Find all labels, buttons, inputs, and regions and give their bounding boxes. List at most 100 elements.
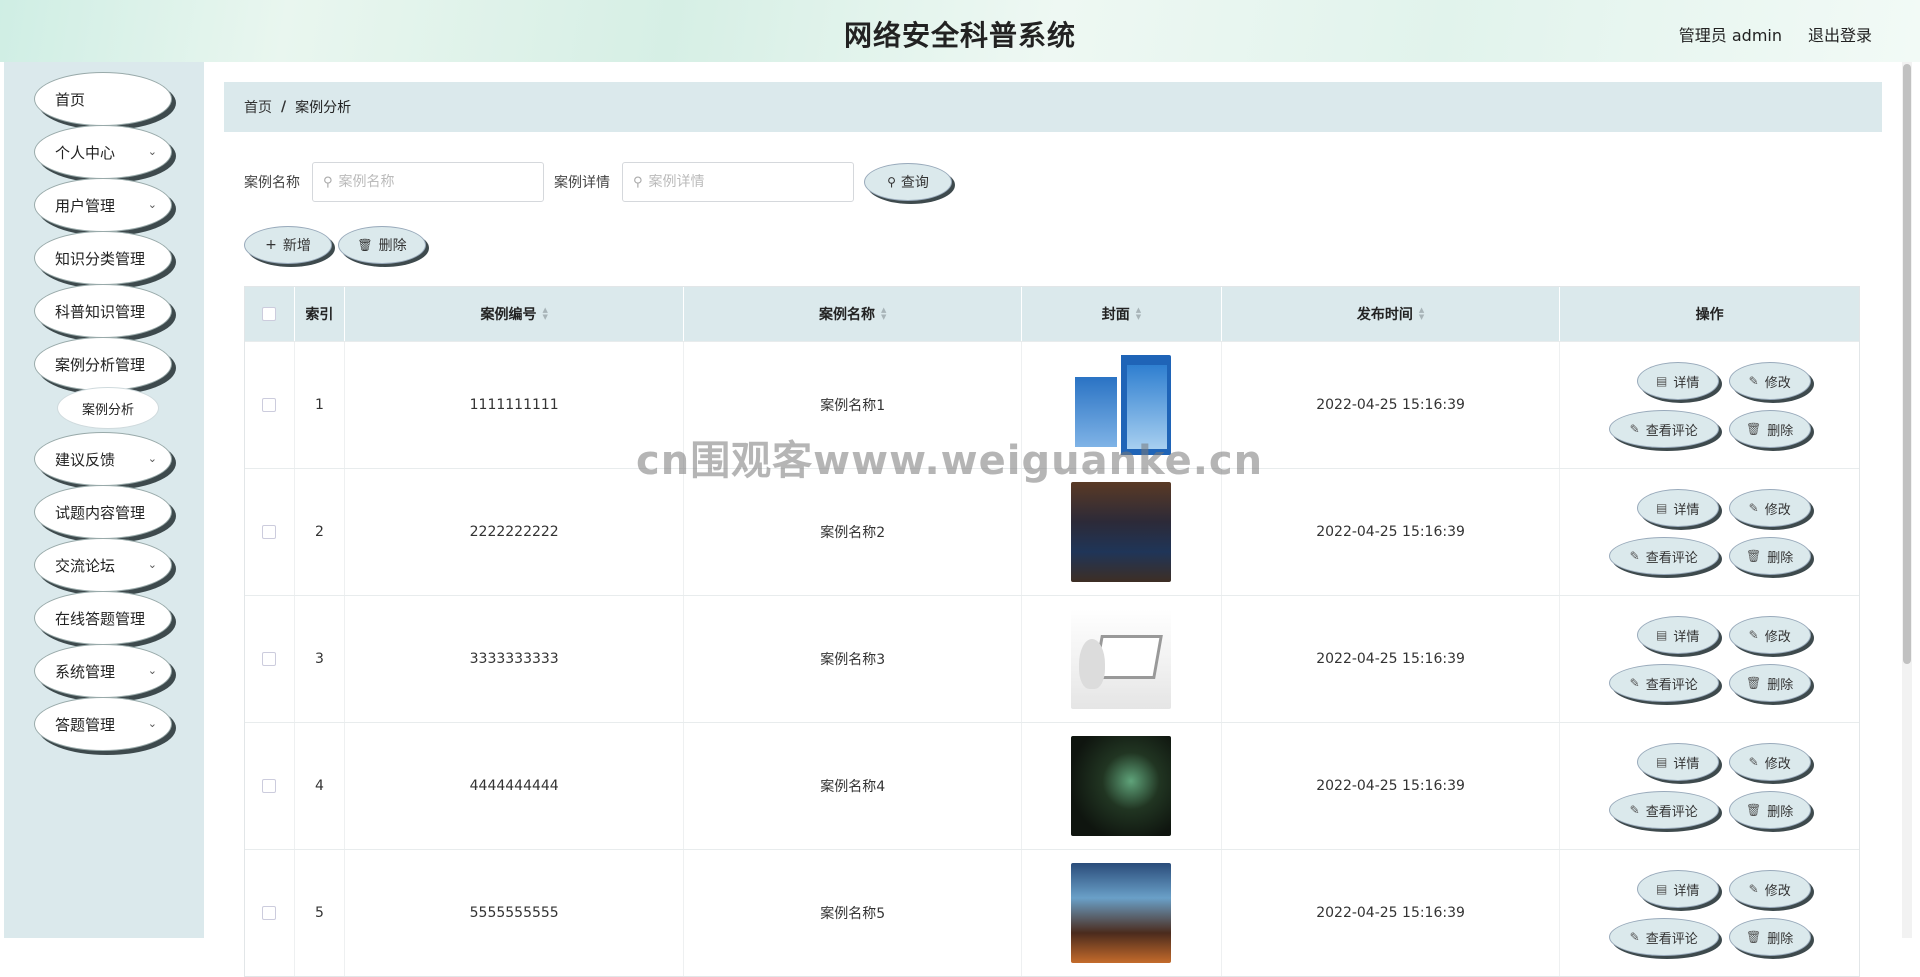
sidebar: 首页 个人中心 ⌄ 用户管理 ⌄ 知识分类管理 科普知识管理 案例分析管理 案例…	[4, 62, 204, 938]
sidebar-item-feedback[interactable]: 建议反馈 ⌄	[34, 432, 172, 486]
edit-button[interactable]: ✎ 修改	[1728, 870, 1811, 908]
sidebar-item-forum[interactable]: 交流论坛 ⌄	[34, 538, 172, 592]
sidebar-item-personal-center[interactable]: 个人中心 ⌄	[34, 125, 172, 179]
query-button[interactable]: ⚲ 查询	[864, 163, 952, 201]
document-icon: ▤	[1655, 501, 1668, 515]
row-checkbox[interactable]	[262, 779, 277, 793]
column-header-code[interactable]: 案例编号 ▲ ▼	[345, 287, 685, 341]
vertical-scrollbar[interactable]	[1902, 62, 1912, 938]
row-checkbox[interactable]	[262, 525, 277, 539]
case-name-input[interactable]	[338, 174, 529, 190]
column-header-name[interactable]: 案例名称 ▲ ▼	[684, 287, 1023, 341]
table-row: 5 5555555555 案例名称5 2022-04-25 15:16:39 ▤…	[245, 849, 1859, 976]
breadcrumb-home[interactable]: 首页	[244, 97, 272, 117]
view-comments-button[interactable]: ✎ 查看评论	[1608, 918, 1719, 956]
detail-button[interactable]: ▤ 详情	[1636, 489, 1719, 527]
sidebar-item-online-quiz[interactable]: 在线答题管理	[34, 591, 172, 645]
sidebar-subitem-case-analysis[interactable]: 案例分析	[58, 388, 158, 428]
code-cell: 5555555555	[345, 850, 685, 976]
edit-button[interactable]: ✎ 修改	[1728, 743, 1811, 781]
sidebar-item-label: 科普知识管理	[55, 302, 146, 321]
delete-button[interactable]: 🗑 删除	[338, 226, 426, 264]
detail-button[interactable]: ▤ 详情	[1636, 362, 1719, 400]
row-delete-button[interactable]: 🗑 删除	[1728, 918, 1811, 956]
detail-button[interactable]: ▤ 详情	[1636, 870, 1719, 908]
cover-image[interactable]	[1071, 355, 1172, 455]
row-checkbox[interactable]	[262, 652, 277, 666]
view-comments-button[interactable]: ✎ 查看评论	[1608, 410, 1719, 448]
column-header-time[interactable]: 发布时间 ▲ ▼	[1222, 287, 1561, 341]
sidebar-item-system-management[interactable]: 系统管理 ⌄	[34, 644, 172, 698]
detail-button[interactable]: ▤ 详情	[1636, 616, 1719, 654]
add-button[interactable]: + 新增	[244, 226, 332, 264]
index-cell: 1	[295, 342, 345, 468]
column-header-index: 索引	[295, 287, 345, 341]
chevron-down-icon: ⌄	[147, 717, 157, 730]
row-checkbox[interactable]	[262, 398, 277, 412]
edit-button[interactable]: ✎ 修改	[1728, 616, 1811, 654]
case-name-field[interactable]: ⚲	[312, 162, 544, 202]
cover-image[interactable]	[1071, 482, 1172, 582]
case-table: 索引 案例编号 ▲ ▼ 案例名称 ▲ ▼ 封面 ▲ ▼ 发布时间 ▲ ▼ 操作 1 1	[244, 286, 1860, 977]
chevron-down-icon: ⌄	[147, 145, 157, 158]
sort-icon[interactable]: ▲ ▼	[1136, 307, 1141, 321]
detail-button-label: 详情	[1673, 883, 1700, 899]
edit-button[interactable]: ✎ 修改	[1728, 489, 1811, 527]
sort-icon[interactable]: ▲ ▼	[881, 307, 886, 321]
document-icon: ▤	[1655, 628, 1668, 642]
code-cell: 4444444444	[345, 723, 685, 849]
trash-icon: 🗑	[1746, 803, 1762, 817]
case-detail-field[interactable]: ⚲	[622, 162, 854, 202]
view-comments-button[interactable]: ✎ 查看评论	[1608, 537, 1719, 575]
row-select-cell	[245, 469, 295, 595]
case-detail-input[interactable]	[648, 174, 839, 190]
view-comments-button[interactable]: ✎ 查看评论	[1608, 664, 1719, 702]
column-header-label: 发布时间	[1356, 307, 1413, 323]
edit-icon: ✎	[1629, 676, 1640, 690]
sidebar-item-question-content[interactable]: 试题内容管理	[34, 485, 172, 539]
sidebar-item-home[interactable]: 首页	[34, 72, 172, 126]
sidebar-item-label: 在线答题管理	[55, 609, 146, 628]
scrollbar-thumb[interactable]	[1903, 64, 1911, 664]
sidebar-item-knowledge-category[interactable]: 知识分类管理	[34, 231, 172, 285]
edit-button[interactable]: ✎ 修改	[1728, 362, 1811, 400]
row-select-cell	[245, 850, 295, 976]
row-delete-button-label: 删除	[1767, 931, 1794, 947]
sidebar-item-answer-management[interactable]: 答题管理 ⌄	[34, 697, 172, 751]
row-delete-button-label: 删除	[1767, 804, 1794, 820]
cover-cell	[1022, 469, 1222, 595]
column-header-cover[interactable]: 封面 ▲ ▼	[1022, 287, 1222, 341]
logout-link[interactable]: 退出登录	[1808, 22, 1872, 46]
system-title: 网络安全科普系统	[843, 19, 1076, 52]
name-cell: 案例名称1	[684, 342, 1023, 468]
cover-image[interactable]	[1071, 736, 1172, 836]
sidebar-item-label: 建议反馈	[55, 450, 116, 469]
edit-icon: ✎	[1748, 755, 1759, 769]
sort-icon[interactable]: ▲ ▼	[542, 307, 547, 321]
sidebar-item-science-knowledge[interactable]: 科普知识管理	[34, 284, 172, 338]
detail-button[interactable]: ▤ 详情	[1636, 743, 1719, 781]
index-cell: 3	[295, 596, 345, 722]
row-checkbox[interactable]	[262, 906, 277, 920]
action-toolbar: + 新增 🗑 删除	[244, 226, 426, 264]
sidebar-item-label: 用户管理	[55, 196, 116, 215]
sort-icon[interactable]: ▲ ▼	[1419, 307, 1424, 321]
detail-button-label: 详情	[1673, 756, 1700, 772]
row-delete-button[interactable]: 🗑 删除	[1728, 664, 1811, 702]
row-delete-button-label: 删除	[1767, 423, 1794, 439]
cover-image[interactable]	[1071, 863, 1172, 963]
view-comments-button[interactable]: ✎ 查看评论	[1608, 791, 1719, 829]
sidebar-item-label: 个人中心	[55, 143, 116, 162]
cover-cell	[1022, 850, 1222, 976]
delete-button-label: 删除	[378, 238, 407, 254]
edit-icon: ✎	[1629, 803, 1640, 817]
row-delete-button[interactable]: 🗑 删除	[1728, 410, 1811, 448]
case-detail-label: 案例详情	[554, 175, 610, 191]
edit-icon: ✎	[1629, 549, 1640, 563]
sidebar-item-case-analysis-management[interactable]: 案例分析管理	[34, 337, 172, 391]
cover-image[interactable]	[1071, 609, 1172, 709]
sidebar-item-user-management[interactable]: 用户管理 ⌄	[34, 178, 172, 232]
row-delete-button[interactable]: 🗑 删除	[1728, 791, 1811, 829]
select-all-checkbox[interactable]	[262, 307, 277, 321]
row-delete-button[interactable]: 🗑 删除	[1728, 537, 1811, 575]
